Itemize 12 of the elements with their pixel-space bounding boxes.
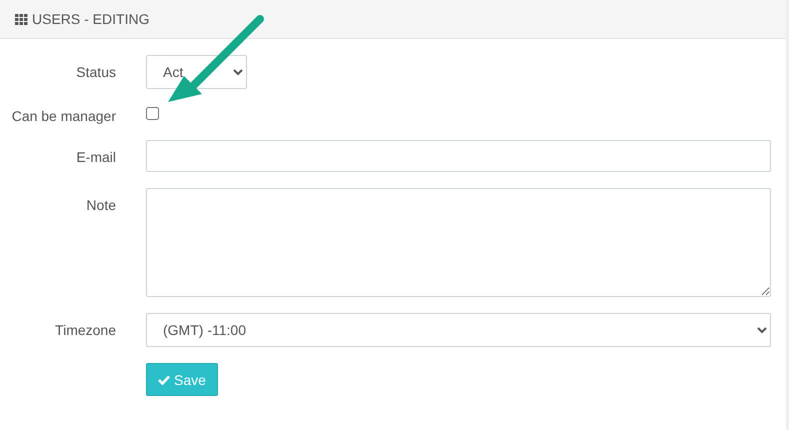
panel-title: USERS - EDITING — [32, 11, 150, 27]
text-area[interactable] — [146, 188, 771, 297]
field-label: Status — [75, 63, 116, 80]
checkbox[interactable] — [146, 107, 159, 120]
checkmark-icon — [158, 374, 170, 384]
dropdown[interactable]: (GMT) -11:00 — [146, 313, 771, 347]
field-label: Can be manager — [10, 107, 116, 124]
field-label: Timezone — [54, 321, 116, 338]
field-label: E-mail — [75, 148, 116, 165]
grid-icon — [15, 14, 28, 24]
input-field[interactable] — [146, 140, 771, 172]
field-label: Note — [85, 196, 116, 213]
